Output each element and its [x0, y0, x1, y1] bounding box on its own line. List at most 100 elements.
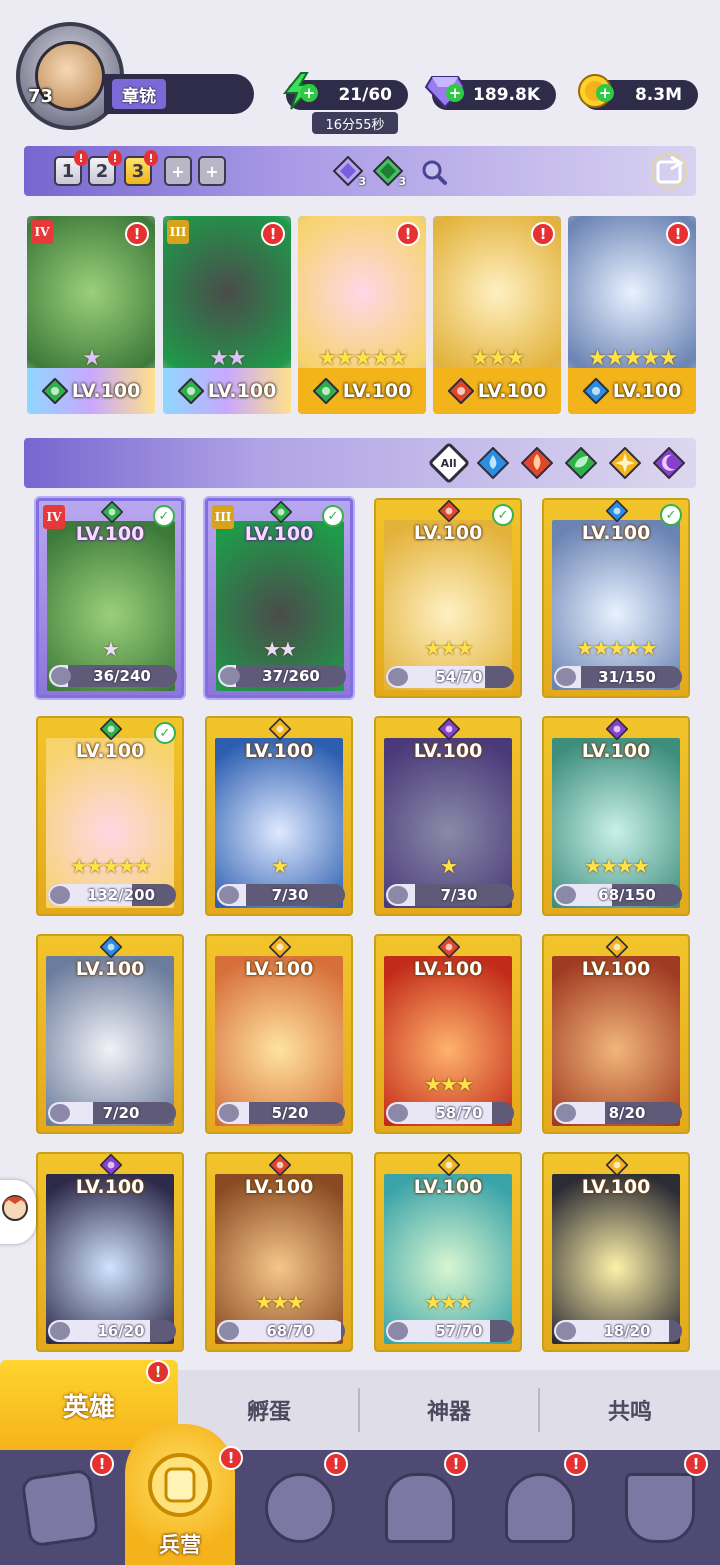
shard-progress-bar: 18/20	[554, 1320, 682, 1342]
alert-icon: !	[74, 150, 88, 166]
map-icon	[265, 1472, 335, 1543]
add-team-slot-button[interactable]: +	[198, 156, 226, 186]
filter-dark-button[interactable]	[652, 446, 686, 480]
hero-card[interactable]: LV.100 ★★★★ 68/150	[542, 716, 690, 916]
search-icon[interactable]	[414, 152, 454, 192]
add-gold-icon[interactable]: +	[596, 84, 614, 102]
energy-value: 21/60	[338, 85, 392, 105]
shard-progress-bar: 36/240	[49, 665, 177, 687]
add-gems-icon[interactable]: +	[446, 84, 464, 102]
hero-level: LV.100	[413, 522, 483, 544]
nature-element-icon	[41, 378, 68, 404]
tab-artifacts[interactable]: 神器	[360, 1370, 538, 1450]
filter-water-button[interactable]	[476, 446, 510, 480]
alert-icon: !	[564, 1452, 588, 1476]
add-energy-icon[interactable]: +	[300, 84, 318, 102]
nature-element-icon	[177, 378, 204, 404]
hero-card[interactable]: LV.100 16/20	[36, 1152, 184, 1352]
team-slot-1[interactable]: 1 !	[54, 150, 88, 186]
hero-level: LV.100	[581, 522, 651, 544]
floating-assistant-avatar[interactable]	[0, 1180, 36, 1244]
coin-icon: +	[570, 68, 620, 114]
hero-card[interactable]: LV.100 ★ 7/30	[374, 716, 522, 916]
hero-portrait	[384, 956, 512, 1126]
alert-icon: !	[90, 1452, 114, 1476]
hero-level: LV.100	[413, 1176, 483, 1198]
alert-icon: !	[684, 1452, 708, 1476]
shard-icon	[51, 667, 71, 685]
fire-element-icon	[447, 378, 474, 404]
hero-portrait	[384, 1174, 512, 1344]
gem-counter[interactable]: + 189.8K	[424, 76, 556, 110]
hero-card[interactable]: LV.100 ★ 7/30	[205, 716, 353, 916]
hero-level: LV.100	[581, 740, 651, 762]
diamond-icon: +	[420, 68, 470, 114]
hero-card[interactable]: IV ✓ LV.100 ★ 36/240	[36, 498, 184, 698]
nav-banner[interactable]: !	[600, 1450, 720, 1565]
filter-nature-button[interactable]	[564, 446, 598, 480]
nav-map[interactable]: !	[240, 1450, 360, 1565]
hero-card[interactable]: LV.100 ★★★ 68/70	[205, 1152, 353, 1352]
shard-icon	[50, 1104, 70, 1122]
nav-barracks[interactable]: 兵营 !	[125, 1424, 243, 1565]
star-rating: ★	[271, 854, 289, 878]
hero-level: LV.100	[612, 380, 682, 402]
filter-light-button[interactable]	[608, 446, 642, 480]
hero-level: LV.100	[342, 380, 412, 402]
team-hero-card[interactable]: ! ★★★ LV.100	[433, 216, 561, 414]
hero-level: LV.100	[71, 380, 141, 402]
player-name-plate[interactable]: 章铳	[104, 74, 254, 114]
alert-icon: !	[146, 1360, 170, 1384]
star-rating: ★★	[263, 637, 297, 661]
team-slot-2[interactable]: 2 !	[88, 150, 122, 186]
star-rating: ★★★	[255, 1290, 305, 1314]
shard-icon	[220, 667, 240, 685]
hero-card[interactable]: III ✓ LV.100 ★★ 37/260	[205, 498, 353, 698]
hero-card[interactable]: LV.100 5/20	[205, 934, 353, 1134]
hero-level-bar: LV.100	[163, 368, 291, 414]
hero-card[interactable]: ✓ LV.100 ★★★ 54/70	[374, 498, 522, 698]
hero-level-bar: LV.100	[298, 368, 426, 414]
hero-card[interactable]: LV.100 18/20	[542, 1152, 690, 1352]
hero-card[interactable]: LV.100 ★★★ 57/70	[374, 1152, 522, 1352]
shard-icon	[388, 886, 408, 904]
nav-cards[interactable]: !	[0, 1450, 120, 1565]
add-team-slot-button[interactable]: +	[164, 156, 192, 186]
energy-counter[interactable]: + 21/60	[282, 72, 408, 110]
shard-progress-bar: 7/30	[217, 884, 345, 906]
nav-castle[interactable]: !	[360, 1450, 480, 1565]
hero-card[interactable]: LV.100 ★★★ 58/70	[374, 934, 522, 1134]
hero-card[interactable]: LV.100 8/20	[542, 934, 690, 1134]
hero-level: LV.100	[581, 958, 651, 980]
nav-mushroom[interactable]: !	[480, 1450, 600, 1565]
alert-icon: !	[108, 150, 122, 166]
hero-card[interactable]: ✓ LV.100 ★★★★★ 31/150	[542, 498, 690, 698]
hero-level: LV.100	[75, 958, 145, 980]
hero-level-bar: LV.100	[433, 368, 561, 414]
hero-portrait	[215, 1174, 343, 1344]
purple-gem-filter[interactable]: 3	[330, 154, 366, 188]
share-icon[interactable]	[646, 148, 692, 194]
green-gem-filter[interactable]: 3	[370, 154, 406, 188]
shard-progress-bar: 68/150	[554, 884, 682, 906]
filter-all-button[interactable]: All	[427, 441, 471, 485]
energy-timer: 16分55秒	[312, 112, 398, 134]
team-hero-card[interactable]: III ! ★★ LV.100	[163, 216, 291, 414]
hero-level: LV.100	[75, 1176, 145, 1198]
hero-card[interactable]: LV.100 7/20	[36, 934, 184, 1134]
team-hero-card[interactable]: IV ! ★ LV.100	[27, 216, 155, 414]
hero-level: LV.100	[244, 523, 314, 545]
filter-fire-button[interactable]	[520, 446, 554, 480]
gold-counter[interactable]: + 8.3M	[578, 74, 698, 110]
tab-resonance[interactable]: 共鸣	[540, 1370, 720, 1450]
star-rating: ★★★	[424, 636, 474, 660]
team-hero-card[interactable]: ! ★★★★★ LV.100	[298, 216, 426, 414]
team-hero-card[interactable]: ! ★★★★★ LV.100	[568, 216, 696, 414]
shard-icon	[388, 1322, 408, 1340]
team-slot-3[interactable]: 3 !	[124, 150, 158, 186]
hero-card[interactable]: ✓ LV.100 ★★★★★ 132/200	[36, 716, 184, 916]
rank-badge: III	[167, 220, 189, 244]
hero-portrait	[552, 1174, 680, 1344]
player-level: 73	[28, 86, 54, 107]
top-status-bar: 73 章铳 + 21/60 16分55秒 + 189.8K + 8.3M	[0, 0, 720, 140]
